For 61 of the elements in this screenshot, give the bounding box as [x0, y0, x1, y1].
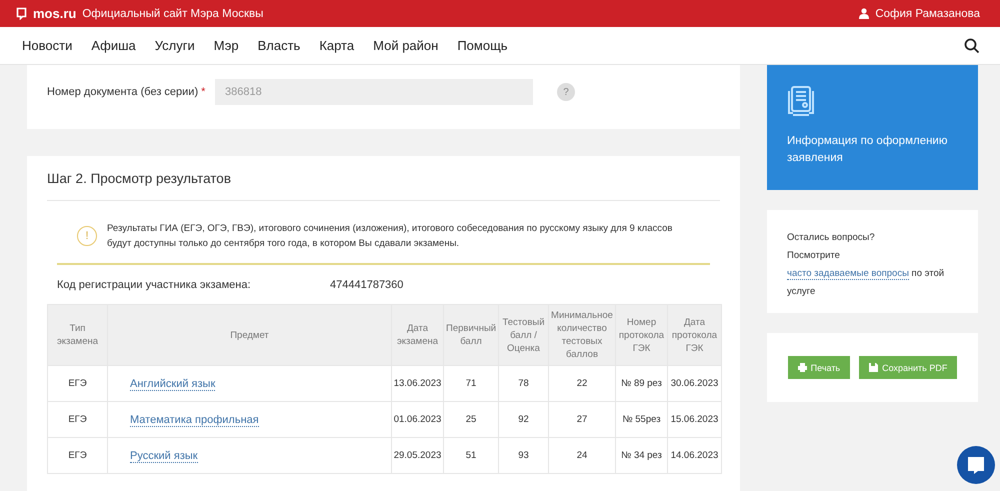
table-cell: 14.06.2023	[670, 450, 718, 461]
notice-text: Результаты ГИА (ЕГЭ, ОГЭ, ГВЭ), итогового сочинения (изложения), итогового собеседования по русскому языку для 9 классов будут доступны только до сентября того года, в котором Вы сдавали экзамены.	[107, 222, 674, 251]
nav-link[interactable]: Афиша	[91, 38, 136, 53]
nav-link[interactable]: Мэр	[214, 38, 239, 53]
registration-code: 474441787360	[330, 279, 404, 291]
table-cell: 51	[466, 450, 476, 461]
column-header: Номер протокола ГЭК	[616, 304, 668, 366]
table-cell: 15.06.2023	[670, 414, 718, 425]
search-icon[interactable]	[964, 38, 980, 54]
table-cell: 92	[518, 414, 529, 425]
floppy-icon	[869, 363, 878, 372]
questions-title: Остались вопросы?	[787, 232, 876, 243]
warning-icon: !	[77, 226, 97, 246]
questions-text: Посмотрите часто задаваемые вопросы по этой услуге	[787, 249, 946, 299]
table-cell: 29.05.2023	[394, 450, 442, 461]
info-card[interactable]: Информация по оформлению заявления	[767, 65, 978, 190]
table-cell: 78	[518, 378, 529, 389]
info-title: Информация по оформлению заявления	[787, 134, 948, 166]
table-cell: 71	[466, 378, 476, 389]
table-cell: 30.06.2023	[670, 378, 718, 389]
nav-link[interactable]: Новости	[22, 38, 72, 53]
user-name[interactable]: София Рамазанова	[875, 8, 980, 20]
table-cell: ЕГЭ	[68, 450, 87, 461]
column-header: Минимальное количество тестовых баллов	[548, 304, 616, 366]
table-cell: 24	[576, 450, 588, 461]
faq-link[interactable]: часто задаваемые вопросы	[787, 268, 909, 280]
site-logo[interactable]: mos.ru	[33, 6, 76, 21]
table-cell: № 89 рез	[621, 378, 662, 389]
table-cell: ЕГЭ	[68, 378, 87, 389]
logo-icon	[16, 7, 27, 20]
table-cell: № 55рез	[622, 414, 661, 425]
column-header: Первичный балл	[444, 304, 498, 366]
subject-link[interactable]: Английский язык	[130, 378, 216, 390]
nav-link[interactable]: Мой район	[373, 38, 438, 53]
table-cell: 01.06.2023	[394, 414, 442, 425]
printer-icon	[798, 363, 807, 372]
document-icon	[787, 85, 815, 119]
nav-link[interactable]: Власть	[258, 38, 300, 53]
table-cell: 22	[576, 378, 588, 389]
subject-link[interactable]: Русский язык	[130, 450, 198, 462]
column-header: Тип экзамена	[48, 304, 108, 366]
table-cell: № 34 рез	[621, 450, 662, 461]
table-cell: ЕГЭ	[68, 414, 87, 425]
column-header: Дата протокола ГЭК	[668, 304, 722, 366]
column-header: Тестовый балл / Оценка	[498, 304, 548, 366]
column-header: Дата экзамена	[392, 304, 444, 366]
user-icon	[859, 8, 870, 19]
subject-link[interactable]: Математика профильная	[130, 414, 259, 426]
table-cell: 93	[518, 450, 529, 461]
column-header: Предмет	[108, 304, 392, 366]
field-label: Номер документа (без серии) *	[47, 86, 206, 98]
chat-button[interactable]	[957, 446, 995, 484]
table-cell: 25	[466, 414, 476, 425]
site-title: Официальный сайт Мэра Москвы	[82, 8, 264, 20]
table-cell: 13.06.2023	[394, 378, 442, 389]
nav-link[interactable]: Помощь	[457, 38, 508, 53]
nav-link[interactable]: Услуги	[154, 38, 195, 53]
registration-label: Код регистрации участника экзамена:	[57, 279, 252, 291]
step-title: Шаг 2. Просмотр результатов	[47, 156, 720, 201]
table-cell: 27	[576, 414, 588, 425]
nav-link[interactable]: Карта	[319, 38, 354, 53]
